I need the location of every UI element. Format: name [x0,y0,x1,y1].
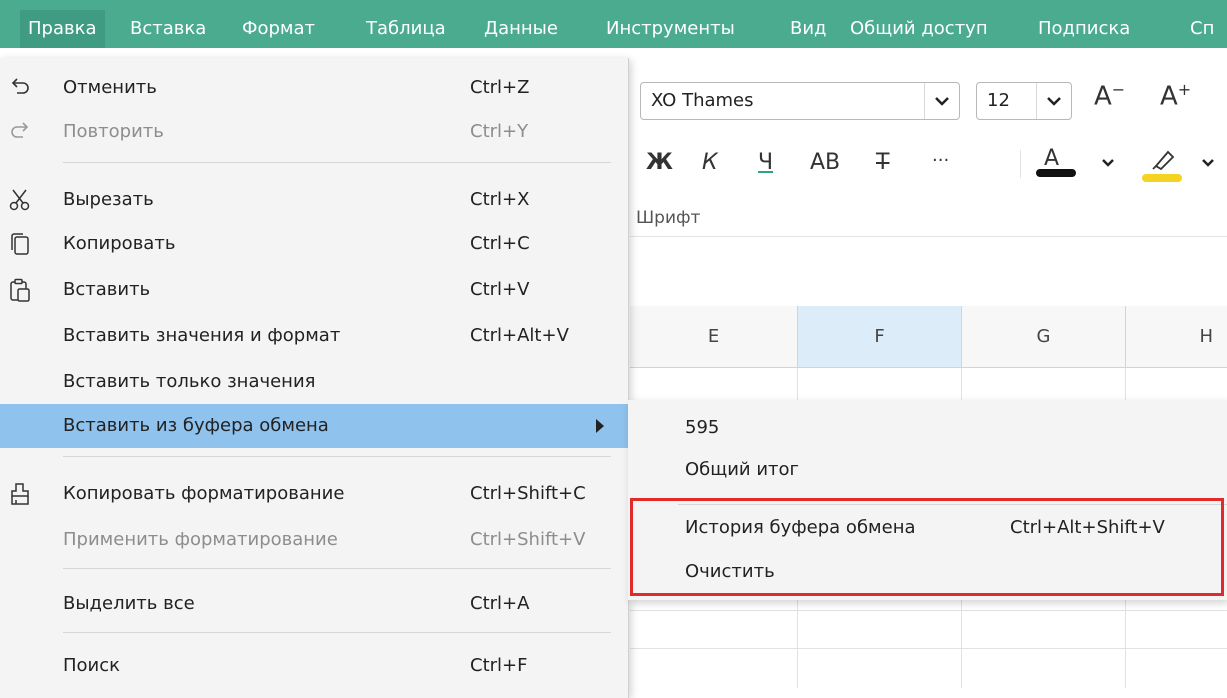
menu-separator [63,568,611,569]
menu-item-shortcut: Ctrl+Y [470,121,529,142]
underline-button[interactable]: Ч [758,150,773,175]
grid-line [630,648,1227,649]
font-name-value: XO Thames [651,90,754,111]
menu-item-shortcut: Ctrl+C [470,233,530,254]
decrease-font-size-button[interactable]: A− [1094,80,1125,112]
menu-item-label: Вставить только значения [63,371,316,392]
clipboard-item-label: 595 [685,417,720,438]
menu-view[interactable]: Вид [782,10,835,48]
menu-item-shortcut: Ctrl+F [470,655,528,676]
menu-item-paste-values-format[interactable]: Вставить значения и формат Ctrl+Alt+V [0,314,628,358]
menu-item-label: Отменить [63,77,157,98]
decrease-font-label: A [1094,81,1112,112]
clipboard-item[interactable]: 595 [628,406,1227,450]
menu-item-shortcut: Ctrl+Alt+V [470,325,569,346]
column-header-e[interactable]: E [630,306,798,368]
menu-edit[interactable]: Правка [20,10,105,48]
menu-item-label: Выделить все [63,593,195,614]
scissors-icon [8,188,32,212]
font-size-value: 12 [987,90,1010,111]
more-options-button[interactable]: ··· [932,150,949,171]
menu-item-redo[interactable]: Повторить Ctrl+Y [0,110,628,154]
menu-item-label: Вставить [63,279,151,300]
menu-format[interactable]: Формат [234,10,323,48]
increase-font-label: A [1160,81,1178,112]
menu-item-undo[interactable]: Отменить Ctrl+Z [0,66,628,110]
menu-item-select-all[interactable]: Выделить все Ctrl+A [0,582,628,626]
bold-button[interactable]: Ж [646,150,673,175]
copy-icon [8,232,32,256]
grid-line [630,610,1227,611]
text-color-button[interactable]: A [1036,146,1076,177]
menu-tools[interactable]: Инструменты [598,10,743,48]
menu-item-label: Копировать форматирование [63,483,345,504]
menu-item-copy[interactable]: Копировать Ctrl+C [0,222,628,266]
menu-item-paste[interactable]: Вставить Ctrl+V [0,268,628,312]
menu-item-find[interactable]: Поиск Ctrl+F [0,644,628,688]
font-name-select[interactable]: XO Thames [640,82,960,120]
menu-item-label: Копировать [63,233,176,254]
menu-item-label: Вставить значения и формат [63,325,341,346]
chevron-down-icon[interactable] [1036,83,1071,119]
menu-item-shortcut: Ctrl+Shift+C [470,483,586,504]
menu-item-label: Вырезать [63,189,154,210]
menu-item-shortcut: Ctrl+V [470,279,530,300]
paste-icon [8,278,32,302]
clipboard-item[interactable]: Общий итог [628,448,1227,492]
menu-item-cut[interactable]: Вырезать Ctrl+X [0,178,628,222]
column-header-f[interactable]: F [798,306,962,368]
menu-item-shortcut: Ctrl+Z [470,77,530,98]
menu-table[interactable]: Таблица [358,10,454,48]
strikethrough-button[interactable]: Т [876,150,889,175]
menu-help[interactable]: Сп [1182,10,1222,48]
chevron-down-icon[interactable] [1200,150,1216,180]
menu-item-copy-formatting[interactable]: Копировать форматирование Ctrl+Shift+C [0,472,628,516]
menu-item-label: Применить форматирование [63,529,338,550]
format-painter-icon [8,482,32,506]
menu-bar: Правка Вставка Формат Таблица Данные Инс… [0,0,1227,48]
menu-subscription[interactable]: Подписка [1030,10,1138,48]
menu-sharing[interactable]: Общий доступ [842,10,996,48]
font-group-label: Шрифт [636,208,701,228]
font-size-select[interactable]: 12 [976,82,1072,120]
italic-button[interactable]: К [702,150,718,175]
undo-icon [8,76,32,100]
menu-data[interactable]: Данные [476,10,566,48]
edit-menu-dropdown: Отменить Ctrl+Z Повторить Ctrl+Y Вырезат… [0,58,629,698]
column-header-g[interactable]: G [962,306,1126,368]
menu-item-shortcut: Ctrl+X [470,189,530,210]
highlighter-icon [1152,150,1175,171]
chevron-down-icon[interactable] [924,83,959,119]
menu-item-label: Повторить [63,121,164,142]
menu-item-label: Поиск [63,655,121,676]
menu-item-apply-formatting[interactable]: Применить форматирование Ctrl+Shift+V [0,518,628,562]
text-color-label: A [1044,146,1060,171]
increase-font-size-button[interactable]: A+ [1160,80,1191,112]
menu-separator [63,456,611,457]
menu-item-shortcut: Ctrl+Shift+V [470,529,586,550]
column-header-h[interactable]: H [1126,306,1227,368]
redo-icon [8,120,32,144]
menu-insert[interactable]: Вставка [122,10,214,48]
menu-item-label: Вставить из буфера обмена [63,415,329,436]
toolbar-divider [1020,150,1021,178]
menu-separator [63,162,611,163]
menu-item-paste-from-clipboard[interactable]: Вставить из буфера обмена [0,404,628,448]
toolbar-bottom-border [630,236,1227,237]
caps-button[interactable]: AB [810,150,840,175]
menu-item-paste-values-only[interactable]: Вставить только значения [0,360,628,404]
menu-item-shortcut: Ctrl+A [470,593,530,614]
chevron-down-icon[interactable] [1100,150,1116,180]
submenu-arrow-icon [596,419,604,433]
highlight-color-swatch [1142,174,1182,182]
highlight-color-button[interactable] [1142,144,1182,182]
annotation-highlight-box [630,498,1224,596]
clipboard-item-label: Общий итог [685,459,799,480]
menu-separator [63,632,611,633]
